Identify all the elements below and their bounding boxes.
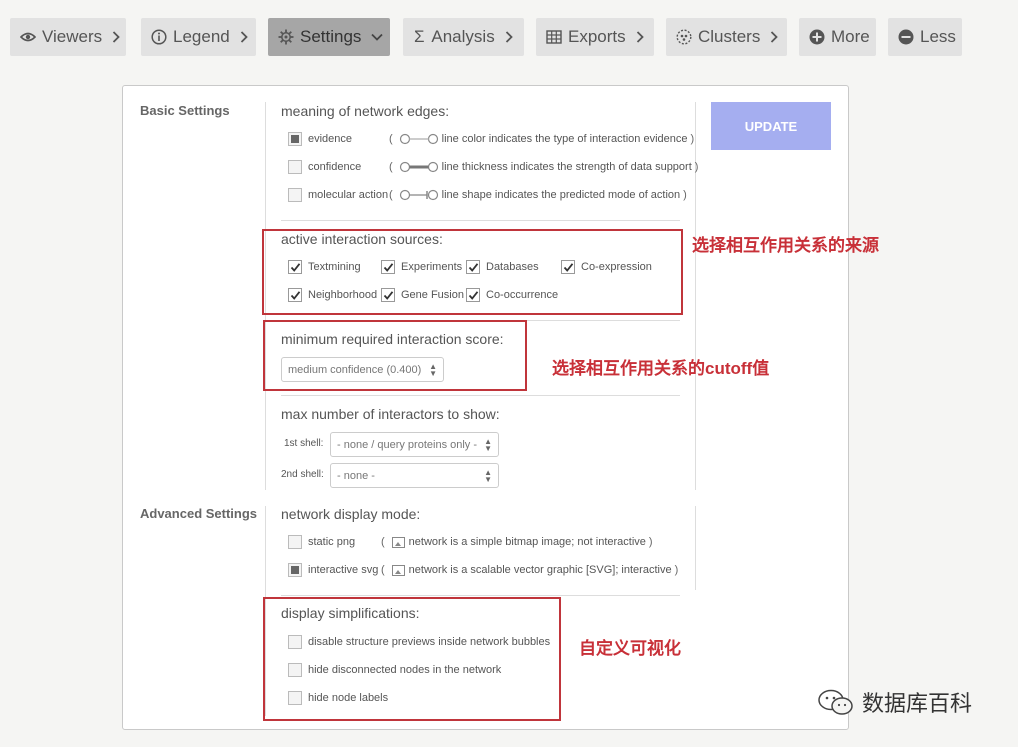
select-arrows-icon: ▲ ▼ bbox=[484, 437, 492, 453]
chevron-right-icon bbox=[636, 30, 644, 44]
radio-box[interactable] bbox=[288, 535, 302, 549]
settings-button[interactable]: Settings bbox=[268, 18, 390, 56]
divider bbox=[281, 595, 680, 596]
basic-settings-label: Basic Settings bbox=[140, 103, 230, 118]
annotation-score: 选择相互作用关系的cutoff值 bbox=[552, 359, 770, 378]
gear-icon bbox=[278, 29, 294, 45]
edge-shape-icon bbox=[399, 189, 438, 201]
edge-option-hint: line thickness indicates the strength of… bbox=[441, 161, 692, 173]
display-option-static-png[interactable]: static png ( network is a simple bitmap … bbox=[288, 535, 656, 549]
more-button[interactable]: More bbox=[799, 18, 876, 56]
settings-label: Settings bbox=[300, 27, 362, 46]
display-option-interactive-svg[interactable]: interactive svg ( network is a scalable … bbox=[288, 563, 681, 577]
clusters-button[interactable]: Clusters bbox=[666, 18, 787, 56]
less-button[interactable]: Less bbox=[888, 18, 962, 56]
divider bbox=[281, 395, 680, 396]
edge-option-hint: line shape indicates the predicted mode … bbox=[441, 189, 681, 201]
info-icon bbox=[151, 29, 167, 45]
plus-circle-icon bbox=[809, 29, 825, 45]
more-label: More bbox=[831, 27, 870, 46]
clusters-label: Clusters bbox=[698, 27, 761, 46]
shell1-label: 1st shell: bbox=[284, 438, 324, 449]
advanced-settings-label: Advanced Settings bbox=[140, 506, 258, 521]
legend-button[interactable]: Legend bbox=[141, 18, 256, 56]
edge-option-label: molecular action bbox=[308, 189, 389, 201]
display-option-hint: network is a simple bitmap image; not in… bbox=[408, 536, 646, 548]
annotation-box-display bbox=[263, 597, 561, 721]
edge-option-label: confidence bbox=[308, 161, 362, 173]
edge-option-molecular-action[interactable]: molecular action ( line shape indicates … bbox=[288, 188, 690, 202]
exports-label: Exports bbox=[568, 27, 626, 46]
edge-color-icon bbox=[399, 133, 438, 145]
image-icon bbox=[391, 564, 405, 576]
edge-option-label: evidence bbox=[308, 133, 353, 145]
edge-option-confidence[interactable]: confidence ( line thickness indicates th… bbox=[288, 160, 701, 174]
table-icon bbox=[546, 29, 562, 45]
clusters-icon bbox=[676, 29, 692, 45]
analysis-label: Analysis bbox=[431, 27, 495, 46]
shell2-label: 2nd shell: bbox=[281, 469, 324, 480]
divider bbox=[281, 220, 680, 221]
radio-box[interactable] bbox=[288, 188, 302, 202]
shell2-select[interactable]: - none - ▲ ▼ bbox=[330, 463, 499, 488]
edge-thickness-icon bbox=[399, 161, 438, 173]
display-option-label: interactive svg bbox=[308, 564, 379, 576]
legend-label: Legend bbox=[173, 27, 230, 46]
divider bbox=[695, 506, 696, 590]
display-mode-title: network display mode: bbox=[281, 506, 421, 522]
annotation-display: 自定义可视化 bbox=[579, 639, 681, 658]
radio-box[interactable] bbox=[288, 563, 302, 577]
shell2-value: - none - bbox=[337, 469, 375, 482]
exports-button[interactable]: Exports bbox=[536, 18, 654, 56]
minus-circle-icon bbox=[898, 29, 914, 45]
chevron-right-icon bbox=[240, 30, 248, 44]
annotation-box-sources bbox=[262, 229, 683, 315]
display-option-hint: network is a scalable vector graphic [SV… bbox=[408, 564, 672, 576]
radio-box[interactable] bbox=[288, 132, 302, 146]
annotation-sources: 选择相互作用关系的来源 bbox=[692, 236, 879, 255]
image-icon bbox=[391, 536, 405, 548]
shell1-select[interactable]: - none / query proteins only - ▲ ▼ bbox=[330, 432, 499, 457]
analysis-button[interactable]: Σ Analysis bbox=[403, 18, 524, 56]
less-label: Less bbox=[920, 27, 956, 46]
select-arrows-icon: ▲ ▼ bbox=[484, 468, 492, 484]
annotation-box-score bbox=[263, 320, 527, 391]
edge-option-hint: line color indicates the type of interac… bbox=[441, 133, 688, 145]
viewers-button[interactable]: Viewers bbox=[10, 18, 126, 56]
update-button[interactable]: UPDATE bbox=[711, 102, 831, 150]
chevron-right-icon bbox=[505, 30, 514, 44]
watermark: 数据库百科 bbox=[816, 686, 972, 718]
chevron-right-icon bbox=[112, 30, 120, 44]
edge-option-evidence[interactable]: evidence ( line color indicates the type… bbox=[288, 132, 697, 146]
wechat-icon bbox=[818, 689, 853, 715]
max-interactors-title: max number of interactors to show: bbox=[281, 406, 500, 422]
sigma-icon: Σ bbox=[413, 27, 425, 46]
edges-title: meaning of network edges: bbox=[281, 103, 450, 119]
radio-box[interactable] bbox=[288, 160, 302, 174]
eye-icon bbox=[20, 29, 36, 45]
chevron-right-icon bbox=[770, 30, 779, 44]
chevron-down-icon bbox=[371, 30, 384, 44]
watermark-text: 数据库百科 bbox=[862, 691, 973, 716]
viewers-label: Viewers bbox=[42, 27, 103, 46]
shell1-value: - none / query proteins only - bbox=[337, 438, 478, 451]
display-option-label: static png bbox=[308, 536, 356, 548]
